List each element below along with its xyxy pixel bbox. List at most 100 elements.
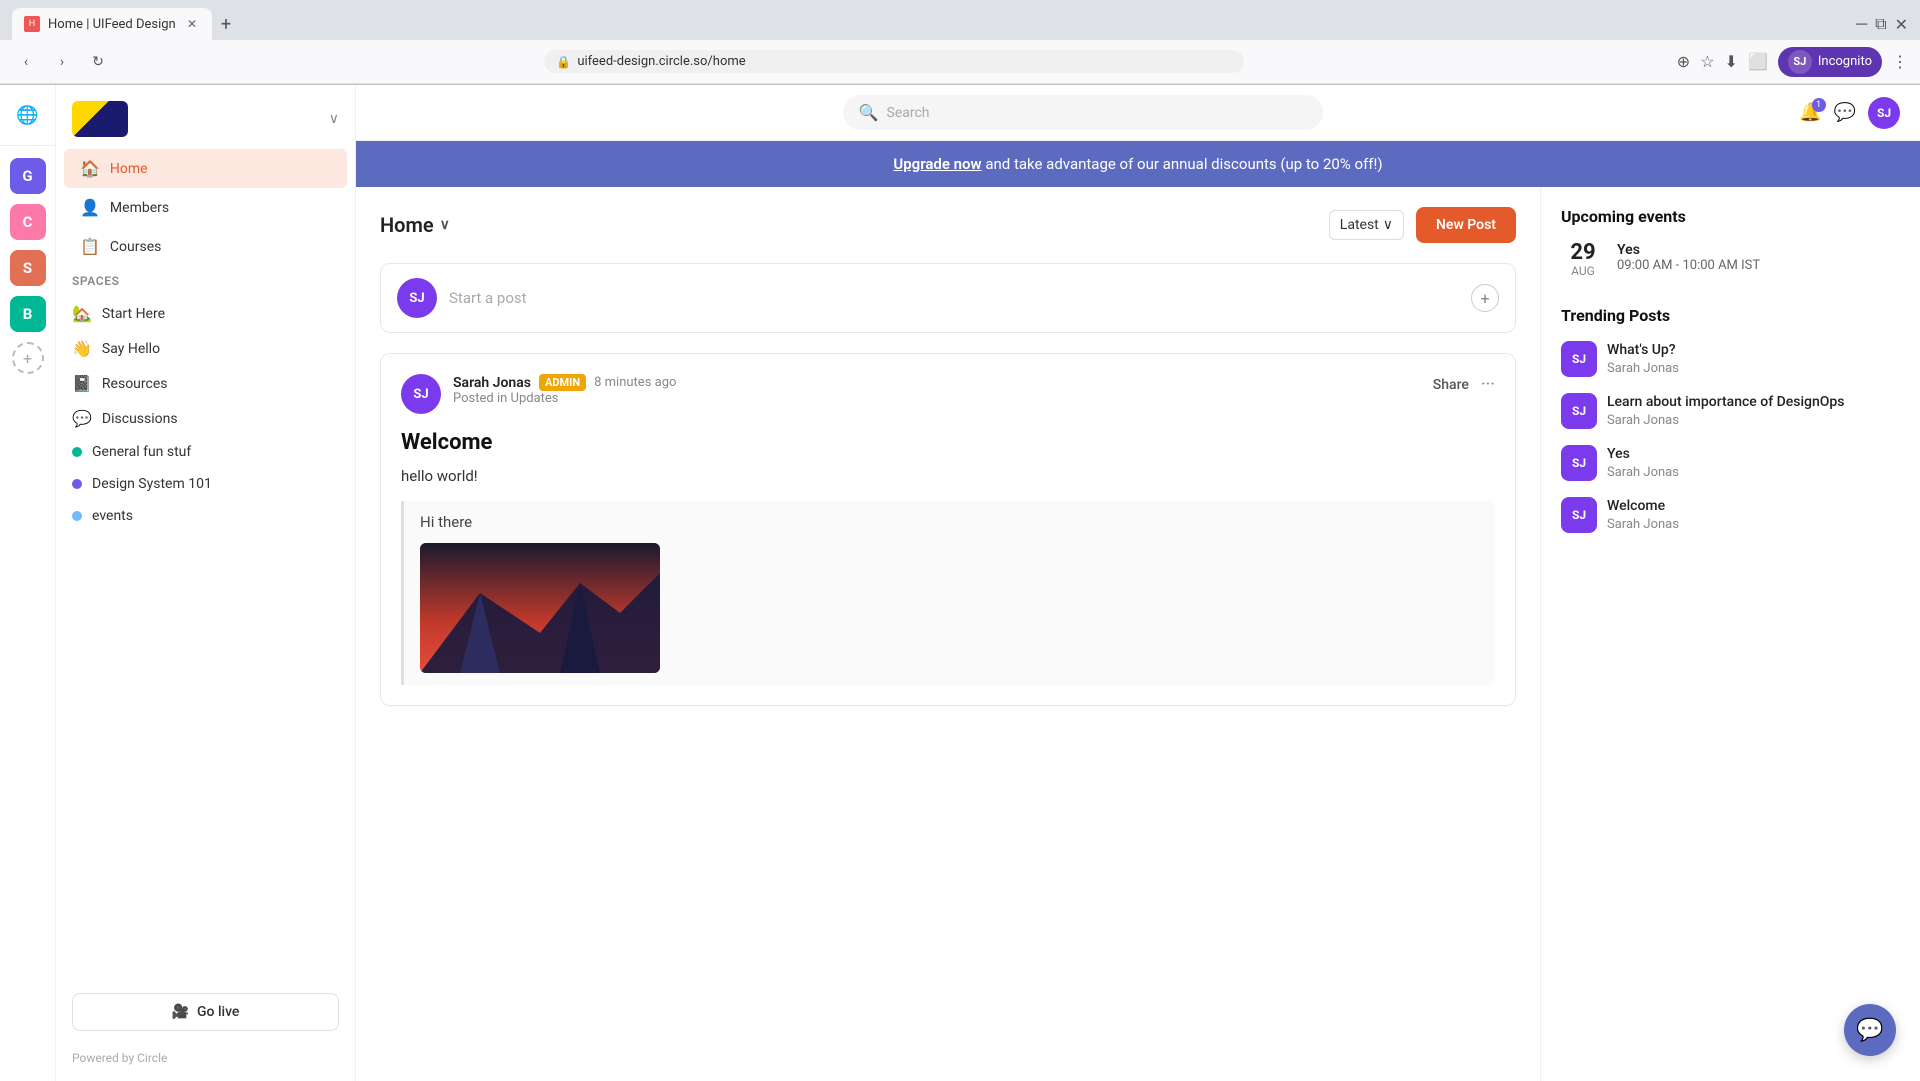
add-community-button[interactable]: + (12, 342, 44, 374)
icon-sidebar: 🌐 G C S B + (0, 85, 56, 1081)
trending-avatar-2: SJ (1561, 445, 1597, 481)
sort-button[interactable]: Latest ∨ (1329, 210, 1404, 240)
nav-members[interactable]: 👤 Members (64, 188, 347, 227)
more-options-button[interactable]: ··· (1481, 374, 1495, 395)
post-meta: Sarah Jonas ADMIN 8 minutes ago Posted i… (453, 374, 1421, 406)
trending-title-3: Welcome (1607, 497, 1679, 515)
post-body: hello world! (401, 467, 1495, 485)
trending-title-0: What's Up? (1607, 341, 1679, 359)
sort-chevron: ∨ (1383, 217, 1393, 233)
feed-title-chevron[interactable]: ∨ (440, 217, 450, 233)
space-events[interactable]: events (56, 500, 355, 532)
space-say-hello-label: Say Hello (102, 341, 160, 357)
notification-bell[interactable]: 🔔 1 (1799, 102, 1821, 123)
search-bar[interactable]: 🔍 Search (843, 95, 1323, 130)
trending-avatar-1: SJ (1561, 393, 1597, 429)
trending-info-1: Learn about importance of DesignOps Sara… (1607, 393, 1845, 428)
sort-label: Latest (1340, 217, 1379, 233)
messages-icon[interactable]: 💬 (1834, 102, 1856, 123)
globe-button[interactable]: 🌐 (10, 97, 46, 133)
space-resources-label: Resources (102, 376, 168, 392)
feed-area: Home ∨ Latest ∨ New Post SJ Start a post (356, 187, 1540, 1081)
profile-icon[interactable]: ⬜ (1748, 52, 1768, 71)
trending-item-0[interactable]: SJ What's Up? Sarah Jonas (1561, 341, 1900, 377)
event-day: 29 (1561, 242, 1605, 264)
nav-home[interactable]: 🏠 Home (64, 149, 347, 188)
nav-courses[interactable]: 📋 Courses (64, 227, 347, 266)
incognito-label: Incognito (1818, 54, 1872, 69)
more-options-icon[interactable]: ⋮ (1892, 52, 1908, 71)
maximize-button[interactable]: ⧉ (1875, 14, 1886, 34)
new-tab-button[interactable]: + (212, 10, 240, 38)
trending-info-0: What's Up? Sarah Jonas (1607, 341, 1679, 376)
upgrade-link[interactable]: Upgrade now (893, 155, 981, 173)
event-title: Yes (1617, 242, 1760, 258)
space-start-here[interactable]: 🏡 Start Here (56, 296, 355, 331)
space-resources[interactable]: 📓 Resources (56, 366, 355, 401)
nav-members-label: Members (110, 200, 169, 216)
community-c-button[interactable]: C (10, 204, 46, 240)
bookmark-icon[interactable]: ☆ (1700, 52, 1714, 71)
refresh-button[interactable]: ↻ (84, 48, 112, 76)
lens-icon[interactable]: ⊕ (1677, 52, 1690, 71)
compose-placeholder[interactable]: Start a post (449, 289, 1459, 307)
spaces-section-label: Spaces (56, 266, 355, 296)
incognito-badge[interactable]: SJ Incognito (1778, 47, 1882, 77)
compose-plus-button[interactable]: + (1471, 284, 1499, 312)
minimize-button[interactable]: ─ (1856, 14, 1867, 34)
trending-avatar-3: SJ (1561, 497, 1597, 533)
address-bar[interactable]: 🔒 uifeed-design.circle.so/home (544, 50, 1244, 73)
feed-title: Home ∨ (380, 213, 450, 237)
upcoming-events-section: Upcoming events 29 AUG Yes 09:00 AM - 10… (1561, 207, 1900, 278)
trending-item-2[interactable]: SJ Yes Sarah Jonas (1561, 445, 1900, 481)
trending-item-3[interactable]: SJ Welcome Sarah Jonas (1561, 497, 1900, 533)
upgrade-banner: Upgrade now and take advantage of our an… (356, 141, 1920, 187)
trending-title-2: Yes (1607, 445, 1679, 463)
tab-close-button[interactable]: ✕ (184, 16, 200, 32)
community-g-button[interactable]: G (10, 158, 46, 194)
quote-text: Hi there (420, 513, 1479, 531)
trending-posts-section: Trending Posts SJ What's Up? Sarah Jonas… (1561, 306, 1900, 533)
trending-item-1[interactable]: SJ Learn about importance of DesignOps S… (1561, 393, 1900, 429)
banner-text: and take advantage of our annual discoun… (985, 155, 1382, 173)
discussions-icon: 💬 (72, 409, 92, 428)
admin-badge: ADMIN (539, 374, 586, 391)
events-dot (72, 511, 82, 521)
event-date: 29 AUG (1561, 242, 1605, 278)
incognito-avatar: SJ (1788, 50, 1812, 74)
post-location: Posted in Updates (453, 391, 1421, 406)
chat-fab-button[interactable]: 💬 (1844, 1004, 1896, 1056)
tab-favicon: H (24, 16, 40, 32)
community-b-button[interactable]: B (10, 296, 46, 332)
forward-button[interactable]: › (48, 48, 76, 76)
trending-posts-title: Trending Posts (1561, 306, 1900, 325)
close-button[interactable]: ✕ (1895, 15, 1908, 34)
trending-info-3: Welcome Sarah Jonas (1607, 497, 1679, 532)
go-live-button[interactable]: 🎥 Go live (72, 993, 339, 1031)
user-avatar-button[interactable]: SJ (1868, 97, 1900, 129)
start-here-icon: 🏡 (72, 304, 92, 323)
go-live-label: Go live (197, 1004, 239, 1020)
community-s-button[interactable]: S (10, 250, 46, 286)
nav-courses-label: Courses (110, 239, 161, 255)
post-card: SJ Sarah Jonas ADMIN 8 minutes ago Poste… (380, 353, 1516, 706)
download-icon[interactable]: ⬇ (1725, 52, 1738, 71)
general-fun-dot (72, 447, 82, 457)
nav-header-chevron[interactable]: ∨ (329, 111, 339, 127)
nav-home-label: Home (110, 161, 148, 177)
space-say-hello[interactable]: 👋 Say Hello (56, 331, 355, 366)
trending-author-2: Sarah Jonas (1607, 465, 1679, 480)
space-general-fun[interactable]: General fun stuf (56, 436, 355, 468)
post-author: Sarah Jonas (453, 375, 531, 391)
say-hello-icon: 👋 (72, 339, 92, 358)
browser-tab[interactable]: H Home | UIFeed Design ✕ (12, 8, 212, 40)
back-button[interactable]: ‹ (12, 48, 40, 76)
event-item[interactable]: 29 AUG Yes 09:00 AM - 10:00 AM IST (1561, 242, 1900, 278)
new-post-button[interactable]: New Post (1416, 207, 1516, 243)
share-button[interactable]: Share (1433, 377, 1469, 393)
space-discussions[interactable]: 💬 Discussions (56, 401, 355, 436)
trending-avatar-0: SJ (1561, 341, 1597, 377)
composer-avatar: SJ (397, 278, 437, 318)
space-design-system[interactable]: Design System 101 (56, 468, 355, 500)
post-quote: Hi there (401, 501, 1495, 685)
